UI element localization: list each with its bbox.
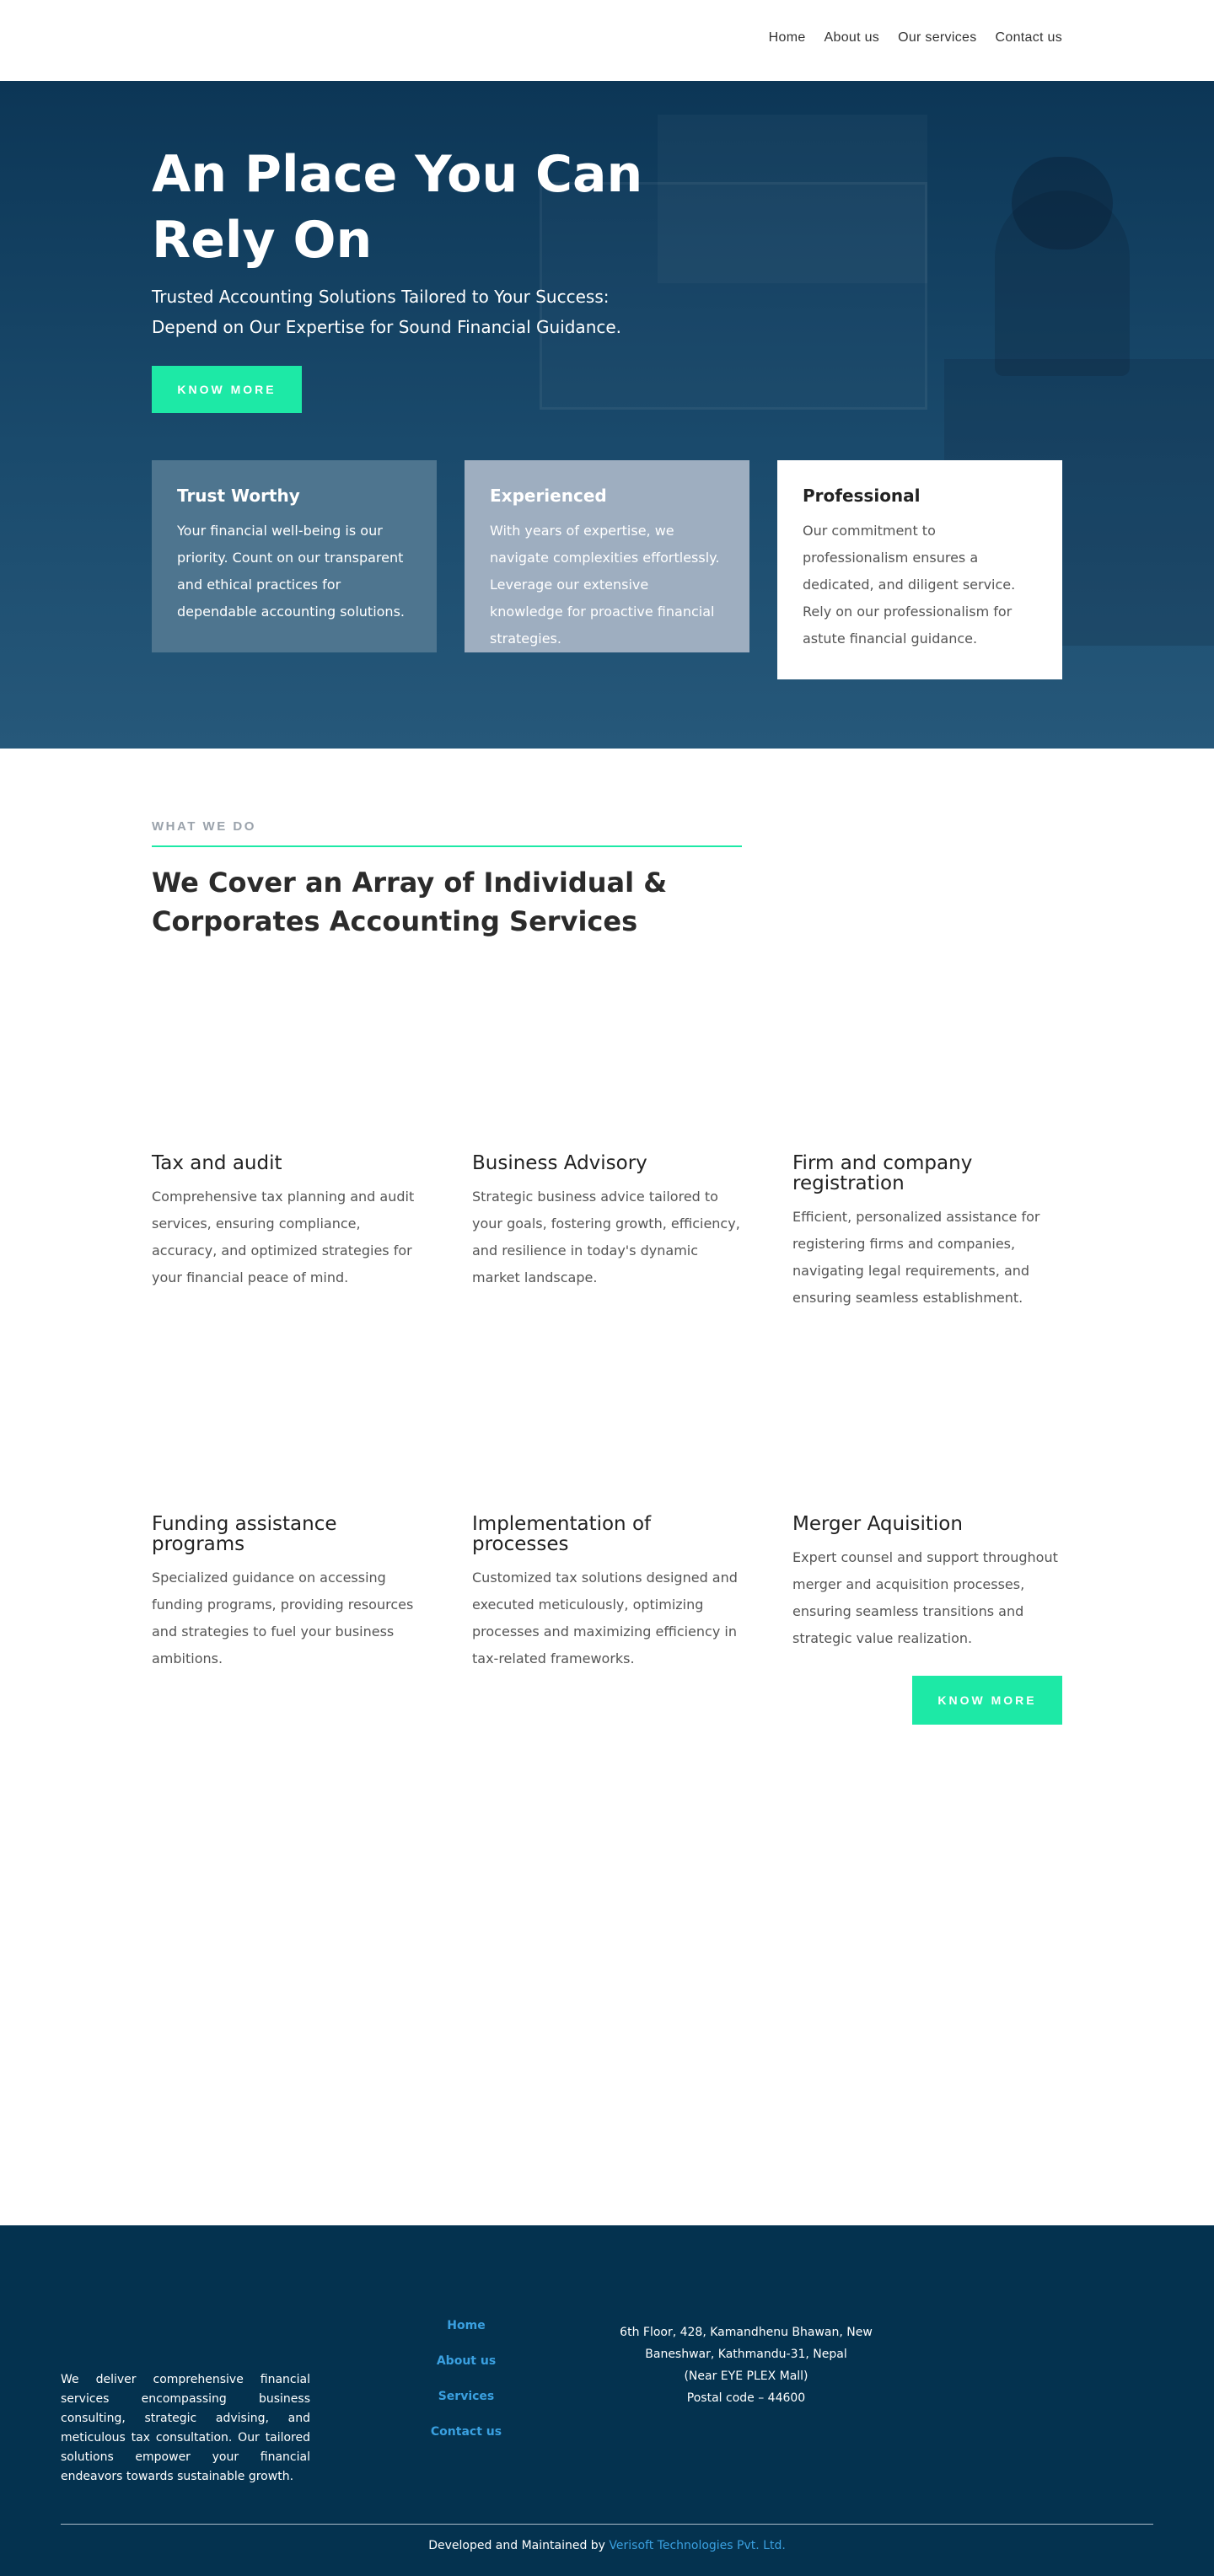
service-text: Efficient, personalized assistance for r…	[792, 1209, 1040, 1306]
feature-card-title: Trust Worthy	[177, 486, 300, 506]
service-text: Specialized guidance on accessing fundin…	[152, 1570, 414, 1666]
feature-card-trust-worthy: Trust Worthy Your financial well-being i…	[152, 460, 437, 652]
service-text: Expert counsel and support throughout me…	[792, 1549, 1058, 1646]
services-title: We Cover an Array of Individual & Corpor…	[152, 867, 668, 937]
hero-title: An Place You Can Rely On	[152, 145, 643, 270]
footer-link-home[interactable]: Home	[447, 2318, 485, 2334]
service-title: Funding assistance programs	[152, 1513, 337, 1555]
footer-about-text: We deliver comprehensive financial servi…	[61, 2373, 310, 2483]
feature-card-text: Your financial well-being is our priorit…	[177, 523, 405, 620]
service-implementation: Implementation of processes Customized t…	[472, 1514, 742, 1672]
feature-card-text: With years of expertise, we navigate com…	[490, 523, 720, 647]
feature-card-professional: Professional Our commitment to professio…	[777, 460, 1062, 679]
footer-link-contact[interactable]: Contact us	[431, 2424, 502, 2440]
service-text: Comprehensive tax planning and audit ser…	[152, 1189, 415, 1285]
feature-card-title: Experienced	[490, 486, 607, 506]
hero-subtitle: Trusted Accounting Solutions Tailored to…	[152, 287, 622, 337]
service-business-advisory: Business Advisory Strategic business adv…	[472, 1153, 742, 1291]
footer-link-about[interactable]: About us	[437, 2353, 496, 2369]
footer-links: Home About us Services Contact us	[413, 2318, 519, 2440]
service-title: Tax and audit	[152, 1152, 282, 1174]
footer-credit: Developed and Maintained by Verisoft Tec…	[0, 2539, 1214, 2552]
service-merger-acquisition: Merger Aquisition Expert counsel and sup…	[792, 1514, 1062, 1652]
nav-about-link[interactable]: About us	[825, 30, 880, 46]
eyebrow-divider	[152, 845, 742, 847]
hero-background-head	[1012, 157, 1113, 250]
service-funding-assistance: Funding assistance programs Specialized …	[152, 1514, 422, 1672]
hero-section: An Place You Can Rely On Trusted Account…	[0, 81, 1214, 749]
feature-card-text: Our commitment to professionalism ensure…	[803, 523, 1016, 647]
feature-card-experienced: Experienced With years of expertise, we …	[465, 460, 749, 652]
credit-company-link[interactable]: Verisoft Technologies Pvt. Ltd.	[609, 2539, 785, 2552]
footer-address: 6th Floor, 428, Kamandhenu Bhawan, New B…	[607, 2321, 885, 2409]
main-nav: Home About us Our services Contact us	[769, 30, 1062, 46]
section-eyebrow: WHAT WE DO	[152, 819, 256, 834]
footer-divider	[61, 2524, 1153, 2525]
address-line: 6th Floor, 428, Kamandhenu Bhawan, New B…	[620, 2326, 873, 2361]
service-text: Strategic business advice tailored to yo…	[472, 1189, 740, 1285]
service-title: Merger Aquisition	[792, 1513, 963, 1535]
credit-prefix: Developed and Maintained by	[428, 2539, 605, 2552]
service-title: Implementation of processes	[472, 1513, 652, 1555]
site-footer: We deliver comprehensive financial servi…	[0, 2225, 1214, 2576]
footer-link-services[interactable]: Services	[438, 2389, 495, 2405]
feature-card-title: Professional	[803, 486, 921, 506]
services-know-more-button[interactable]: KNOW MORE	[912, 1676, 1062, 1725]
service-tax-and-audit: Tax and audit Comprehensive tax planning…	[152, 1153, 422, 1291]
service-text: Customized tax solutions designed and ex…	[472, 1570, 738, 1666]
hero-know-more-button[interactable]: KNOW MORE	[152, 366, 302, 413]
site-header: Home About us Our services Contact us	[0, 0, 1214, 81]
service-title: Firm and company registration	[792, 1152, 973, 1194]
nav-services-link[interactable]: Our services	[898, 30, 976, 46]
nav-home-link[interactable]: Home	[769, 30, 806, 46]
nav-contact-link[interactable]: Contact us	[996, 30, 1062, 46]
address-landmark: (Near EYE PLEX Mall)	[684, 2369, 808, 2383]
service-title: Business Advisory	[472, 1152, 647, 1174]
service-firm-registration: Firm and company registration Efficient,…	[792, 1153, 1062, 1312]
address-postal-code: Postal code – 44600	[686, 2391, 806, 2405]
